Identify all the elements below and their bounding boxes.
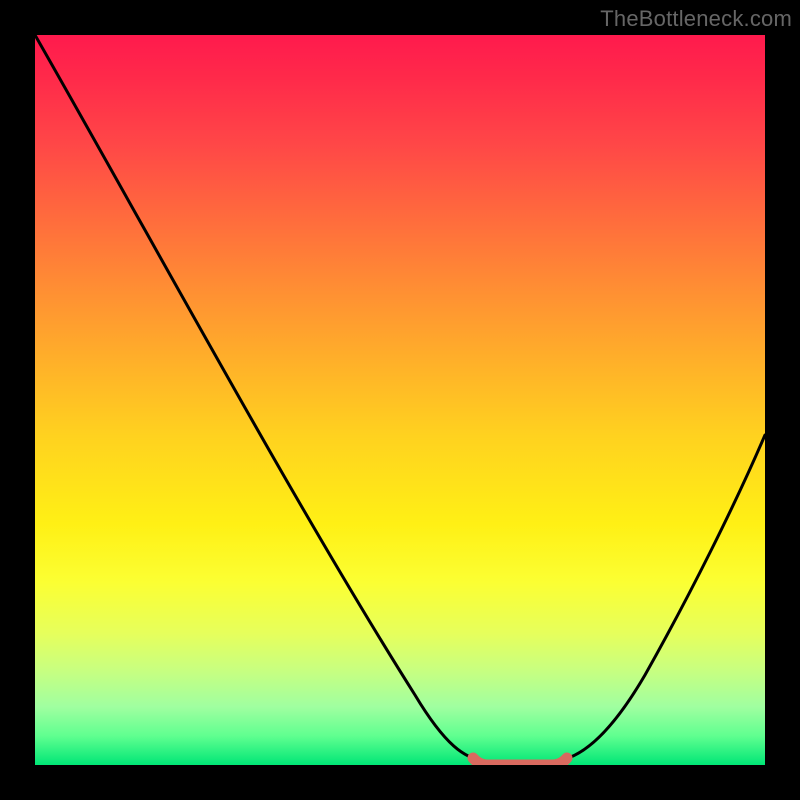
curve-svg [35, 35, 765, 765]
flat-minimum-marker [473, 758, 567, 765]
watermark-text: TheBottleneck.com [600, 6, 792, 32]
chart-frame: TheBottleneck.com [0, 0, 800, 800]
gradient-plot-area [35, 35, 765, 765]
bottleneck-curve-path [35, 35, 765, 761]
